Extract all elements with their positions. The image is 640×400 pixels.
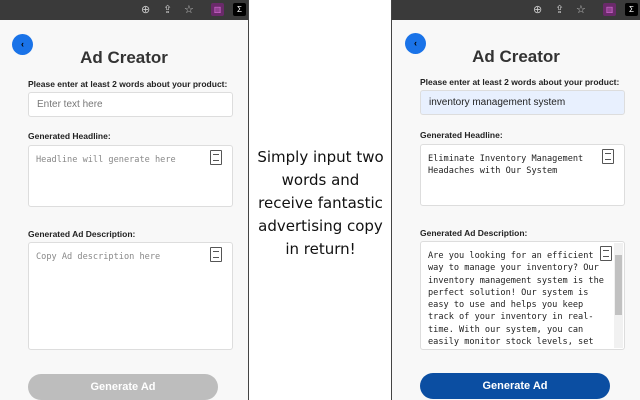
page-title: Ad Creator bbox=[472, 47, 560, 66]
caption: Simply input two words and receive fanta… bbox=[250, 146, 391, 261]
headline-label: Generated Headline: bbox=[28, 131, 111, 141]
headline-textarea[interactable]: Headline will generate here bbox=[28, 145, 233, 207]
description-label: Generated Ad Description: bbox=[420, 228, 528, 238]
scrollbar[interactable] bbox=[614, 243, 623, 348]
scrollbar-thumb[interactable] bbox=[615, 255, 622, 315]
zoom-icon[interactable]: ⊕ bbox=[533, 3, 542, 17]
description-textarea[interactable]: Copy Ad description here bbox=[28, 242, 233, 350]
browser-toolbar: ⊕ ⇪ ☆ ▥ Σ bbox=[0, 0, 248, 20]
share-icon[interactable]: ⇪ bbox=[555, 3, 564, 17]
star-icon[interactable]: ☆ bbox=[184, 3, 194, 17]
caption-line: Simply input two bbox=[257, 148, 384, 166]
ad-creator-extension-icon[interactable]: Σ bbox=[625, 3, 638, 16]
share-icon[interactable]: ⇪ bbox=[163, 3, 172, 17]
generate-ad-button[interactable]: Generate Ad bbox=[420, 373, 610, 399]
product-prompt-label: Please enter at least 2 words about your… bbox=[420, 77, 620, 87]
headline-placeholder: Headline will generate here bbox=[36, 155, 176, 165]
headline-text: Eliminate Inventory Management Headaches… bbox=[428, 154, 589, 177]
generate-ad-button[interactable]: Generate Ad bbox=[28, 374, 218, 400]
caption-line: receive fantastic bbox=[258, 194, 383, 212]
copy-icon[interactable] bbox=[210, 150, 222, 165]
caption-line: words and bbox=[281, 171, 360, 189]
description-label: Generated Ad Description: bbox=[28, 229, 136, 239]
extension-icon[interactable]: ▥ bbox=[603, 3, 616, 16]
product-input[interactable]: Enter text here bbox=[28, 92, 233, 117]
caption-line: advertising copy bbox=[258, 217, 383, 235]
product-prompt-label: Please enter at least 2 words about your… bbox=[28, 79, 228, 89]
headline-textarea[interactable]: Eliminate Inventory Management Headaches… bbox=[420, 144, 625, 206]
extension-icon[interactable]: ▥ bbox=[211, 3, 224, 16]
star-icon[interactable]: ☆ bbox=[576, 3, 586, 17]
description-placeholder: Copy Ad description here bbox=[36, 252, 161, 262]
extension-popup-before: ⊕ ⇪ ☆ ▥ Σ ‹ Ad Creator Please enter at l… bbox=[0, 0, 249, 400]
extension-popup-after: ⊕ ⇪ ☆ ▥ Σ ‹ Ad Creator Please enter at l… bbox=[391, 0, 640, 400]
zoom-icon[interactable]: ⊕ bbox=[141, 3, 150, 17]
headline-label: Generated Headline: bbox=[420, 130, 503, 140]
description-text: Are you looking for an efficient way to … bbox=[428, 251, 604, 348]
copy-icon[interactable] bbox=[600, 246, 612, 261]
ad-creator-extension-icon[interactable]: Σ bbox=[233, 3, 246, 16]
page-title: Ad Creator bbox=[80, 48, 168, 67]
copy-icon[interactable] bbox=[210, 247, 222, 262]
caption-line: in return! bbox=[285, 240, 356, 258]
copy-icon[interactable] bbox=[602, 149, 614, 164]
description-textarea[interactable]: Are you looking for an efficient way to … bbox=[420, 241, 625, 350]
browser-toolbar: ⊕ ⇪ ☆ ▥ Σ bbox=[392, 0, 640, 20]
product-input[interactable]: inventory management system bbox=[420, 90, 625, 115]
